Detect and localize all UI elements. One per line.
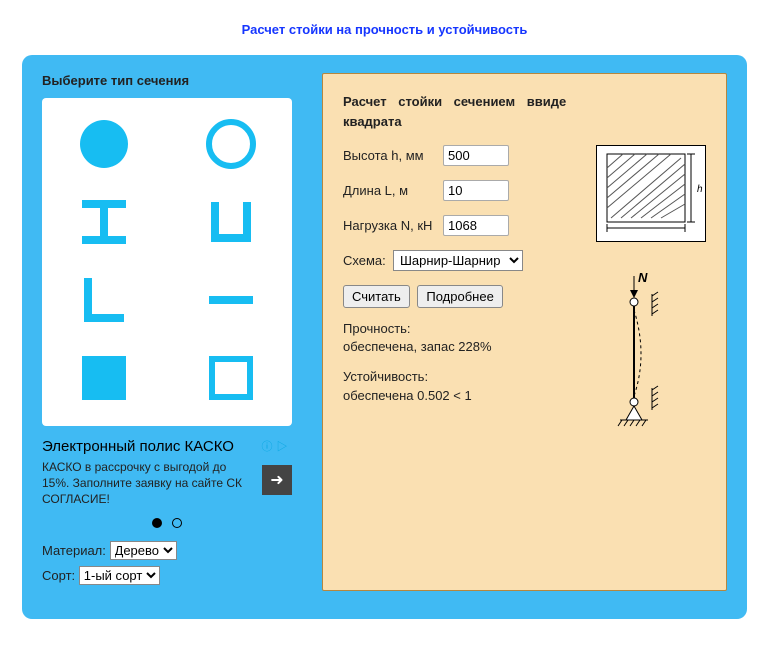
shape-angle[interactable] <box>74 270 134 330</box>
diag-n-label: N <box>638 270 648 285</box>
ad-text: КАСКО в рассрочку с выгодой до 15%. Запо… <box>42 459 256 508</box>
height-input[interactable] <box>443 145 509 166</box>
ad-info-icon[interactable]: ⓘ ▷ <box>261 438 288 454</box>
length-input[interactable] <box>443 180 509 201</box>
shape-square-solid[interactable] <box>74 348 134 408</box>
ad-title[interactable]: Электронный полис КАСКО <box>42 438 292 455</box>
arrow-icon: ➜ <box>270 470 283 490</box>
shape-bar-horizontal[interactable] <box>201 270 261 330</box>
more-button[interactable]: Подробнее <box>417 285 502 308</box>
material-label: Материал: <box>42 543 106 558</box>
scheme-diagram: N <box>596 270 706 433</box>
left-panel: Выберите тип сечения <box>42 73 292 591</box>
shape-square-hollow[interactable] <box>201 348 261 408</box>
sort-select[interactable]: 1-ый сорт <box>79 566 160 585</box>
calc-panel: Расчет стойки сечением ввиде квадрата Вы… <box>322 73 727 591</box>
sort-label: Сорт: <box>42 568 75 583</box>
stability-label: Устойчивость: <box>343 369 428 384</box>
page-title: Расчет стойки на прочность и устойчивост… <box>0 0 769 55</box>
ad-arrow-button[interactable]: ➜ <box>262 465 292 495</box>
ad-block: ⓘ ▷ Электронный полис КАСКО КАСКО в расс… <box>42 438 292 531</box>
stability-result: Устойчивость: обеспечена 0.502 < 1 <box>343 368 578 404</box>
material-controls: Материал: Дерево Сорт: 1-ый сорт <box>42 541 292 585</box>
strength-value: обеспечена, запас 228% <box>343 339 492 354</box>
shape-channel[interactable] <box>201 192 261 252</box>
ad-pager <box>42 516 292 531</box>
height-label: Высота h, мм <box>343 148 443 163</box>
material-select[interactable]: Дерево <box>110 541 177 560</box>
shape-circle-solid[interactable] <box>74 114 134 174</box>
strength-result: Прочность: обеспечена, запас 228% <box>343 320 578 356</box>
length-label: Длина L, м <box>343 183 443 198</box>
calc-title: Расчет стойки сечением ввиде квадрата <box>343 92 623 131</box>
shape-circle-hollow[interactable] <box>201 114 261 174</box>
diagrams-column: h N <box>596 145 706 433</box>
app-frame: Выберите тип сечения <box>22 55 747 619</box>
section-diagram: h <box>596 145 706 242</box>
calc-button[interactable]: Считать <box>343 285 410 308</box>
strength-label: Прочность: <box>343 321 411 336</box>
shapes-card <box>42 98 292 426</box>
pager-dot-2[interactable] <box>172 518 182 528</box>
section-type-title: Выберите тип сечения <box>42 73 292 88</box>
inputs-column: Высота h, мм Длина L, м Нагрузка N, кН С… <box>343 145 578 433</box>
diag-h-label: h <box>697 184 703 195</box>
scheme-label: Схема: <box>343 253 393 268</box>
load-input[interactable] <box>443 215 509 236</box>
scheme-select[interactable]: Шарнир-Шарнир <box>393 250 523 271</box>
pager-dot-1[interactable] <box>152 518 162 528</box>
load-label: Нагрузка N, кН <box>343 218 443 233</box>
stability-value: обеспечена 0.502 < 1 <box>343 388 472 403</box>
shape-i-beam[interactable] <box>74 192 134 252</box>
